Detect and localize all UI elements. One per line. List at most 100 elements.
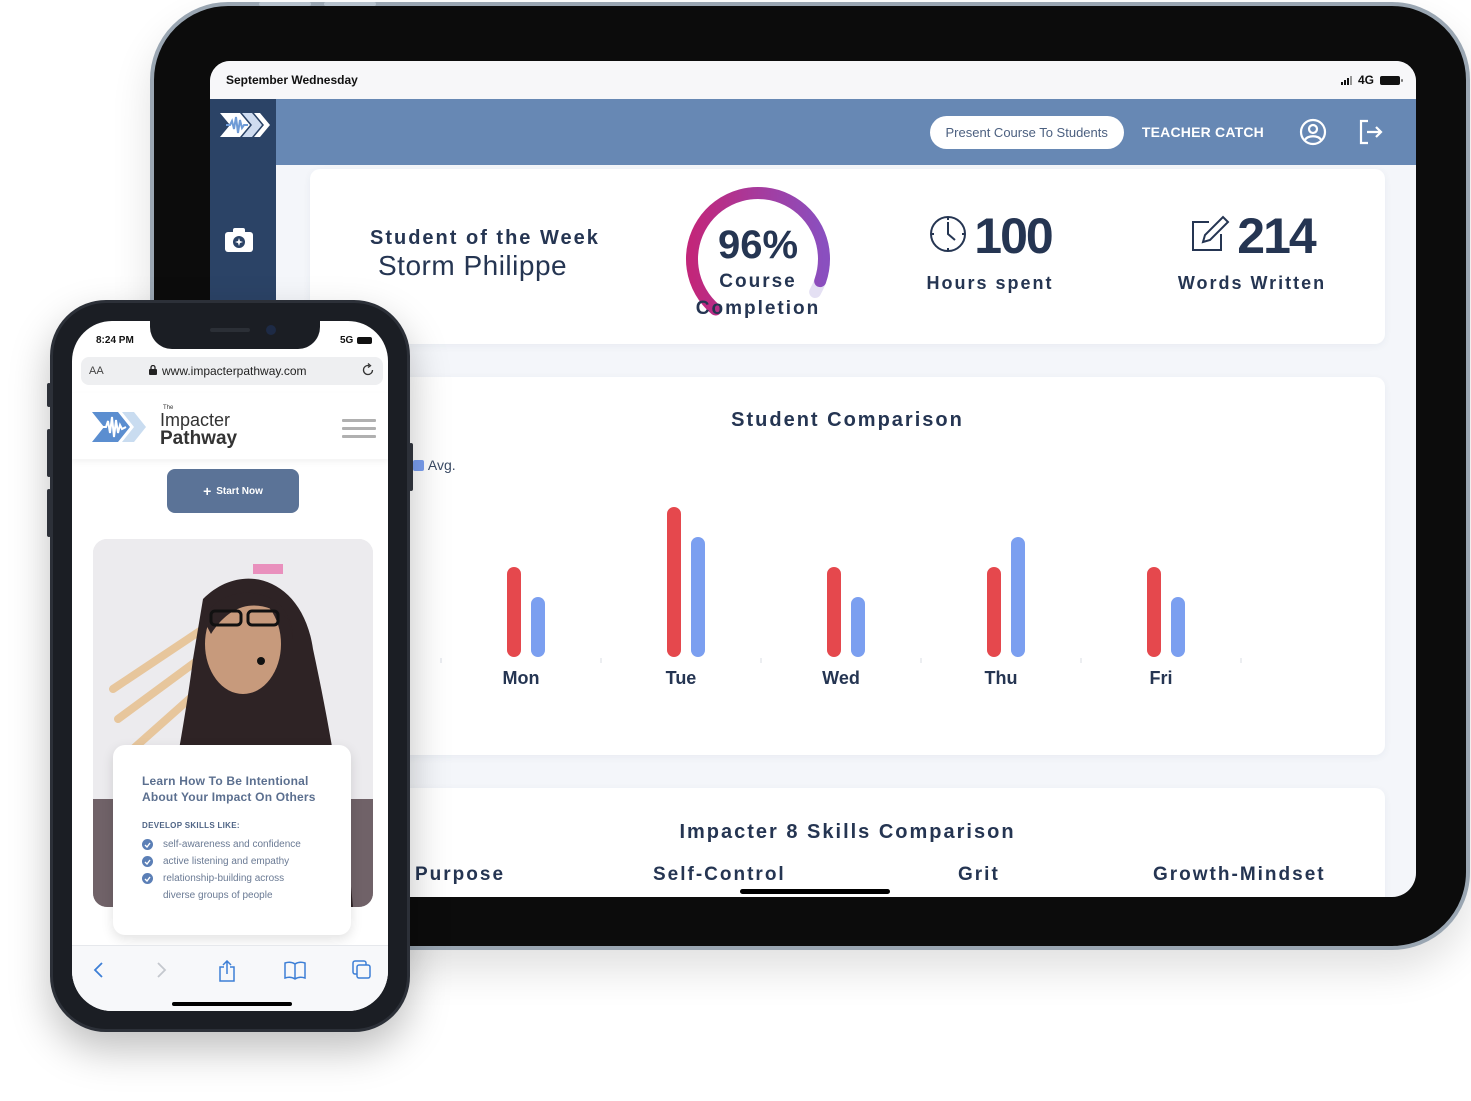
skills-comparison-card: Impacter 8 Skills Comparison Purpose Sel… <box>310 788 1385 897</box>
logout-icon[interactable] <box>1356 117 1386 147</box>
x-tick-label: Thu <box>985 668 1018 688</box>
start-now-button[interactable]: + Start Now <box>167 469 299 513</box>
top-header: Present Course To Students TEACHER CATCH <box>276 99 1416 165</box>
hours-label: Hours spent <box>926 273 1054 293</box>
share-icon[interactable] <box>218 959 236 987</box>
skill-text: active listening and empathy <box>163 856 290 867</box>
bar-student-name-mon[interactable] <box>507 567 521 657</box>
bar-avg-mon[interactable] <box>531 597 545 657</box>
bar-student-name-thu[interactable] <box>987 567 1001 657</box>
bar-avg-tue[interactable] <box>691 537 705 657</box>
phone-battery-icon <box>357 337 373 344</box>
phone-device: 8:24 PM 5G AA www.impacterpathway.com Th… <box>47 300 413 1032</box>
brand-line2: Pathway <box>160 428 238 449</box>
check-circle-icon <box>142 873 153 884</box>
camera-icon[interactable] <box>224 227 254 258</box>
phone-home-indicator[interactable] <box>172 1002 292 1006</box>
x-tick-label: Mon <box>503 668 540 688</box>
status-date: September Wednesday <box>226 73 358 87</box>
x-tick-label: Tue <box>666 668 697 688</box>
tablet-volume-button <box>259 2 311 6</box>
bookmarks-icon[interactable] <box>284 960 306 985</box>
skill-text: diverse groups of people <box>163 890 273 901</box>
bar-student-name-fri[interactable] <box>1147 567 1161 657</box>
check-circle-icon <box>142 856 153 867</box>
completion-label-1: Course <box>719 271 797 292</box>
phone-volume-down <box>47 489 51 537</box>
student-comparison-card: Student Comparison nt Name Avg. SunMonTu… <box>310 377 1385 755</box>
skills-list: self-awareness and confidence active lis… <box>142 836 331 904</box>
bar-student-name-wed[interactable] <box>827 567 841 657</box>
url-text[interactable]: www.impacterpathway.com <box>162 364 307 378</box>
bar-student-name-tue[interactable] <box>667 507 681 657</box>
phone-notch <box>150 321 320 349</box>
phone-silent-switch <box>47 383 51 407</box>
skill-tab-self-control[interactable]: Self-Control <box>653 864 786 886</box>
info-subtitle: DEVELOP SKILLS LIKE: <box>142 821 240 830</box>
student-of-week: Student of the Week Storm Philippe <box>370 227 600 282</box>
back-icon[interactable] <box>92 960 106 985</box>
user-circle-icon[interactable] <box>1298 117 1328 147</box>
phone-power-button <box>409 443 413 491</box>
words-stat: 214 Words Written <box>1172 207 1332 294</box>
signal-icon <box>1340 75 1352 85</box>
forward-icon[interactable] <box>154 960 168 985</box>
skill-tab-purpose[interactable]: Purpose <box>415 864 505 886</box>
stats-card: Student of the Week Storm Philippe 96% C… <box>310 169 1385 344</box>
browser-url-bar[interactable]: AA www.impacterpathway.com <box>81 357 383 385</box>
phone-network-label: 5G <box>340 335 354 346</box>
tablet-volume-button <box>324 2 376 6</box>
info-title-2: About Your Impact On Others <box>142 790 316 804</box>
info-card: Learn How To Be Intentional About Your I… <box>113 745 351 935</box>
logo-icon[interactable] <box>220 111 270 144</box>
front-camera-icon <box>266 325 276 335</box>
student-of-week-name: Storm Philippe <box>378 250 568 281</box>
start-now-label: Start Now <box>216 485 263 497</box>
completion-text: 96% Course Completion <box>678 223 838 322</box>
logo-icon <box>92 411 146 442</box>
x-tick-label: Fri <box>1149 668 1172 688</box>
edit-icon <box>1189 214 1231 259</box>
skills-title: Impacter 8 Skills Comparison <box>679 821 1016 843</box>
list-item: self-awareness and confidence <box>142 836 331 853</box>
skill-text: relationship-building across <box>163 873 285 884</box>
phone-network: 5G <box>340 335 373 346</box>
plus-icon: + <box>203 483 212 499</box>
tabs-icon[interactable] <box>352 960 372 985</box>
bar-avg-wed[interactable] <box>851 597 865 657</box>
text-size-button[interactable]: AA <box>89 365 149 377</box>
x-tick-label: Wed <box>822 668 860 688</box>
info-title-1: Learn How To Be Intentional <box>142 774 309 788</box>
student-of-week-label: Student of the Week <box>370 227 600 249</box>
hours-value: 100 <box>974 208 1053 264</box>
home-indicator[interactable] <box>740 889 890 894</box>
words-label: Words Written <box>1177 273 1327 293</box>
list-item: relationship-building across <box>142 870 331 887</box>
brand-line1: Impacter <box>160 410 231 430</box>
clock-icon <box>928 214 968 259</box>
site-logo[interactable]: The Impacter Pathway <box>92 405 237 448</box>
words-value: 214 <box>1237 208 1316 264</box>
lock-icon <box>149 364 157 378</box>
list-item: diverse groups of people <box>142 887 331 904</box>
bar-avg-thu[interactable] <box>1011 537 1025 657</box>
completion-value: 96% <box>717 223 799 267</box>
phone-time: 8:24 PM <box>96 335 134 346</box>
phone-volume-up <box>47 429 51 477</box>
present-course-button[interactable]: Present Course To Students <box>929 115 1124 149</box>
hours-stat: 100 Hours spent <box>915 207 1065 294</box>
skill-text: self-awareness and confidence <box>163 839 301 850</box>
bar-avg-fri[interactable] <box>1171 597 1185 657</box>
hamburger-menu-icon[interactable] <box>342 419 376 443</box>
network-label: 4G <box>1357 73 1374 87</box>
skill-tab-growth-mindset[interactable]: Growth-Mindset <box>1153 864 1326 886</box>
teacher-name[interactable]: TEACHER CATCH <box>1142 124 1264 140</box>
reload-icon[interactable] <box>361 362 375 380</box>
site-header: The Impacter Pathway <box>72 393 388 459</box>
tablet-status-bar: September Wednesday 4G <box>210 61 1416 99</box>
phone-screen: 8:24 PM 5G AA www.impacterpathway.com Th… <box>72 321 388 1011</box>
bar-chart: SunMonTueWedThuFri <box>344 507 1242 688</box>
completion-label-2: Completion <box>695 298 821 319</box>
list-item: active listening and empathy <box>142 853 331 870</box>
skill-tab-grit[interactable]: Grit <box>958 864 1000 886</box>
